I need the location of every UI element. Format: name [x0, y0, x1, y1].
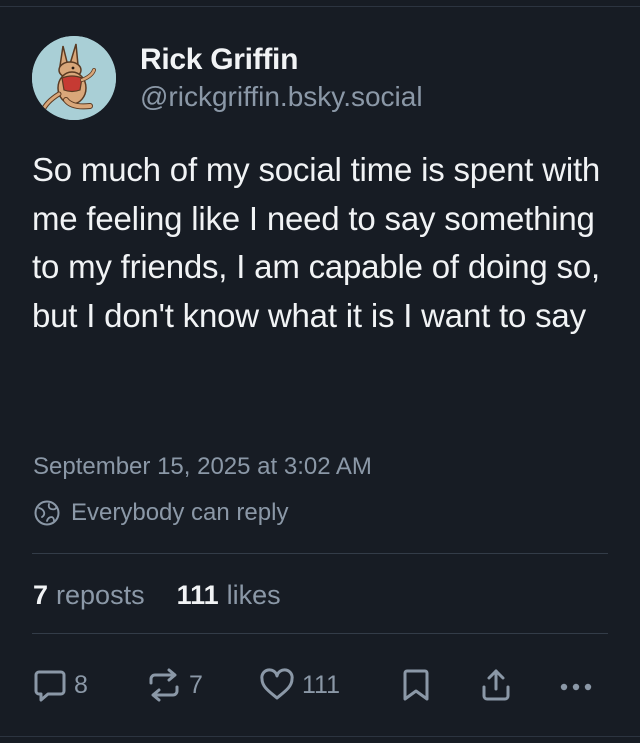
repost-count: 7: [189, 670, 203, 699]
top-divider: [0, 6, 640, 7]
reply-count: 8: [74, 670, 88, 699]
reposts-label: reposts: [56, 580, 145, 610]
more-options-button[interactable]: [556, 662, 596, 708]
bottom-divider: [0, 736, 640, 737]
author-display-name[interactable]: Rick Griffin: [140, 41, 423, 79]
repost-icon: [149, 668, 179, 702]
likes-count: 111: [176, 580, 219, 610]
post-stats: 7 reposts 111 likes: [33, 576, 313, 614]
repost-button[interactable]: 7: [145, 662, 203, 708]
likes-stat[interactable]: 111 likes: [177, 576, 281, 614]
post-timestamp: September 15, 2025 at 3:02 AM: [33, 453, 372, 480]
divider: [32, 633, 608, 634]
reply-setting[interactable]: Everybody can reply: [33, 496, 288, 530]
author-avatar[interactable]: [32, 36, 116, 120]
reposts-count: 7: [33, 580, 49, 610]
share-icon: [482, 669, 510, 701]
bookmark-icon: [403, 669, 429, 701]
likes-label: likes: [226, 580, 281, 610]
bookmark-button[interactable]: [400, 662, 432, 708]
avatar-kangaroo-image: [32, 36, 116, 120]
reply-icon: [34, 670, 66, 702]
share-button[interactable]: [478, 662, 514, 708]
reposts-stat[interactable]: 7 reposts: [33, 576, 145, 614]
like-icon: [260, 668, 294, 700]
reply-setting-label: Everybody can reply: [71, 499, 289, 526]
globe-reply-icon: [33, 499, 61, 527]
divider: [32, 553, 608, 554]
reply-button[interactable]: 8: [32, 662, 88, 708]
author-handle[interactable]: @rickgriffin.bsky.social: [140, 79, 423, 115]
post-header: Rick Griffin @rickgriffin.bsky.social: [32, 36, 423, 120]
post-text: So much of my social time is spent with …: [32, 151, 601, 334]
like-count: 111: [302, 670, 341, 699]
author-names: Rick Griffin @rickgriffin.bsky.social: [140, 41, 423, 115]
more-icon: [560, 683, 592, 691]
like-button[interactable]: 111: [258, 662, 340, 708]
post-actions: 8 7 111: [0, 662, 640, 708]
